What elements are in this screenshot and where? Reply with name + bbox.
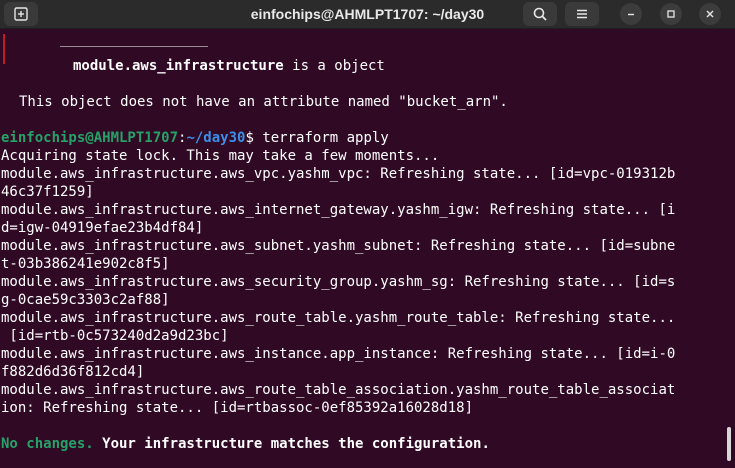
maximize-icon <box>667 10 675 18</box>
output-line: ion: Refreshing state... [id=rtbassoc-0e… <box>1 400 474 416</box>
terminal-window: einfochips@AHMLPT1707: ~/day30 module.aw… <box>0 0 735 468</box>
prompt-path: ~/day30 <box>186 130 246 146</box>
title-bar: einfochips@AHMLPT1707: ~/day30 <box>0 0 735 29</box>
minimize-button[interactable] <box>620 3 642 25</box>
output-line: module.aws_infrastructure.aws_instance.a… <box>1 346 676 362</box>
output-line: module.aws_infrastructure.aws_subnet.yas… <box>1 238 676 254</box>
hamburger-menu-icon <box>577 9 587 19</box>
output-line: d=igw-04919efae23b4df84] <box>1 220 204 236</box>
prompt-command: $ terraform apply <box>245 130 389 146</box>
search-icon <box>533 7 547 21</box>
search-button[interactable] <box>523 2 557 26</box>
error-object-suffix: is a object <box>283 58 385 74</box>
result-line: No changes. Your infrastructure matches … <box>1 435 490 453</box>
close-icon <box>706 10 714 18</box>
output-line: f882d6d36f812cd4] <box>1 364 145 380</box>
menu-button[interactable] <box>565 2 599 26</box>
result-status: No changes. <box>1 436 94 452</box>
output-line: module.aws_infrastructure.aws_route_tabl… <box>1 310 676 326</box>
output-line: module.aws_infrastructure.aws_internet_g… <box>1 202 676 218</box>
minimize-icon <box>628 13 634 16</box>
output-line: 46c37f1259] <box>1 184 94 200</box>
output-line: Acquiring state lock. This may take a fe… <box>1 148 440 164</box>
output-line: module.aws_infrastructure.aws_vpc.yashm_… <box>1 166 676 182</box>
output-line: [id=rtb-0c573240d2a9d23bc] <box>1 328 229 344</box>
output-line: t-03b386241e902c8f5] <box>1 256 170 272</box>
terminal-output[interactable]: module.aws_infrastructure is a object Th… <box>0 29 728 468</box>
error-divider <box>60 46 208 47</box>
output-line: module.aws_infrastructure.aws_security_g… <box>1 274 676 290</box>
close-button[interactable] <box>699 3 721 25</box>
output-line: g-0cae59c3303c2af88] <box>1 292 170 308</box>
error-object-line: module.aws_infrastructure is a object <box>73 57 385 75</box>
prompt-line: einfochips@AHMLPT1707:~/day30$ terraform… <box>1 129 389 147</box>
error-message: This object does not have an attribute n… <box>19 94 508 110</box>
error-object: module.aws_infrastructure <box>73 58 284 74</box>
error-rail <box>3 34 5 64</box>
maximize-button[interactable] <box>660 3 682 25</box>
output-line: module.aws_infrastructure.aws_route_tabl… <box>1 382 676 398</box>
scrollbar-thumb[interactable] <box>727 427 731 461</box>
prompt-user: einfochips@AHMLPT1707 <box>1 130 179 146</box>
result-message: Your infrastructure matches the configur… <box>93 436 490 452</box>
